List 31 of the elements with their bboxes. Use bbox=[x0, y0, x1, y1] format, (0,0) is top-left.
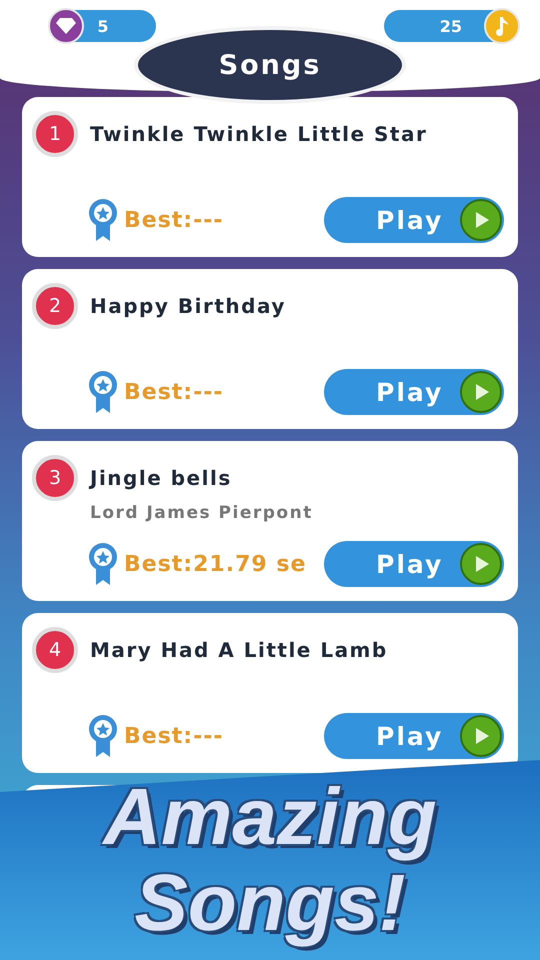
play-button[interactable]: Play bbox=[324, 369, 504, 415]
ribbon-icon bbox=[88, 198, 118, 242]
play-icon bbox=[460, 199, 502, 241]
song-number: 1 bbox=[32, 111, 78, 157]
ribbon-icon bbox=[88, 542, 118, 586]
play-button[interactable]: Play bbox=[324, 541, 504, 587]
promo-headline: Songs! bbox=[134, 860, 406, 946]
song-number: 3 bbox=[32, 455, 78, 501]
play-button[interactable]: Play bbox=[324, 197, 504, 243]
music-note-icon bbox=[494, 16, 510, 36]
best-score: Best:--- bbox=[124, 724, 224, 748]
ribbon-icon bbox=[88, 370, 118, 414]
song-title: Twinkle Twinkle Little Star bbox=[90, 122, 428, 146]
best-score: Best:21.79 se bbox=[124, 552, 306, 576]
song-number: 2 bbox=[32, 283, 78, 329]
diamond-icon bbox=[56, 18, 76, 34]
best-score: Best:--- bbox=[124, 380, 224, 404]
song-title: Jingle bells bbox=[90, 466, 232, 490]
play-icon bbox=[460, 715, 502, 757]
promo-headline: Amazing bbox=[103, 774, 437, 860]
note-count: 25 bbox=[440, 16, 462, 36]
play-button[interactable]: Play bbox=[324, 713, 504, 759]
gem-count: 5 bbox=[97, 16, 109, 36]
best-score: Best:--- bbox=[124, 208, 224, 232]
play-icon bbox=[460, 371, 502, 413]
play-icon bbox=[460, 543, 502, 585]
song-number: 4 bbox=[32, 627, 78, 673]
song-artist: Lord James Pierpont bbox=[90, 503, 314, 523]
song-title: Happy Birthday bbox=[90, 294, 286, 318]
ribbon-icon bbox=[88, 714, 118, 758]
song-title: Mary Had A Little Lamb bbox=[90, 638, 388, 662]
